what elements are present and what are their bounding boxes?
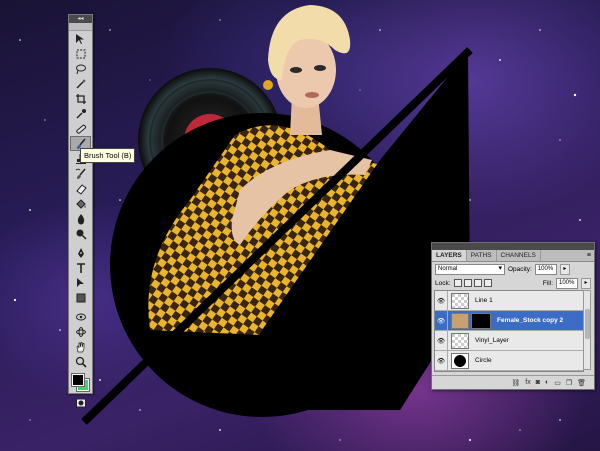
blend-row: Normal Opacity: 100% ▸ [432,262,594,276]
hand-tool[interactable] [70,339,91,354]
mask-icon[interactable]: ◙ [536,379,540,386]
quick-mask-button[interactable] [70,395,91,410]
layer-name: Female_Stock copy 2 [497,317,564,324]
new-layer-icon[interactable]: ❐ [566,379,572,387]
marquee-icon [76,49,85,58]
lock-label: Lock: [435,279,451,287]
panel-grip[interactable] [69,23,92,31]
lasso-icon [75,64,86,74]
adjustment-icon[interactable]: ◐ [545,379,549,386]
tab-paths[interactable]: PATHS [467,250,497,261]
opacity-label: Opacity: [508,265,532,273]
fill-arrow-icon[interactable]: ▸ [581,277,591,289]
tools-panel: ◂◂ [68,14,93,407]
magnifier-icon [75,356,87,368]
history-brush-tool[interactable] [70,166,91,181]
layers-scrollbar[interactable] [583,290,591,370]
link-icon[interactable]: ⛓ [511,379,520,387]
blur-tool[interactable] [70,211,91,226]
crop-icon [75,93,86,104]
shape-tool[interactable] [70,290,91,305]
lock-position-icon[interactable] [473,279,482,287]
panel-menu-icon[interactable]: ≡ [584,250,594,261]
3d-orbit-tool[interactable] [70,324,91,339]
layer-thumbnail [451,332,469,349]
eye-icon[interactable]: 👁 [435,291,448,310]
water-drop-icon [77,213,84,224]
layer-thumbnail [451,312,469,329]
dodge-icon [76,229,87,240]
3d-rotate-tool[interactable] [70,309,91,324]
lock-pixels-icon[interactable] [463,279,472,287]
type-tool[interactable] [70,260,91,275]
history-brush-icon [75,168,86,179]
pen-icon [77,247,84,258]
blend-mode-select[interactable]: Normal [435,263,505,275]
lock-row: Lock: Fill: 100% ▸ [432,276,594,290]
tab-channels[interactable]: CHANNELS [497,250,541,261]
group-icon[interactable]: ▭ [554,379,561,387]
collapse-arrows-icon[interactable]: ◂◂ [77,16,83,22]
scrollbar-thumb[interactable] [585,309,590,339]
layer-name: Circle [475,357,492,364]
layers-bottom-bar: ⛓ fx ◙ ◐ ▭ ❐ 🗑 [432,375,594,389]
eye-icon[interactable]: 👁 [435,351,448,370]
eraser-tool[interactable] [70,181,91,196]
lock-icons [453,279,492,287]
layers-panel: LAYERS PATHS CHANNELS ≡ Normal Opacity: … [431,242,595,390]
healing-tool[interactable] [70,121,91,136]
magic-wand-icon [76,78,86,88]
layer-row[interactable]: 👁 Line 1 [435,291,583,311]
eraser-icon [75,183,87,195]
zoom-tool[interactable] [70,354,91,369]
path-select-tool[interactable] [70,275,91,290]
fx-icon[interactable]: fx [525,379,530,386]
layers-panel-header[interactable] [432,243,594,250]
layers-list: 👁 Line 1 👁 Female_Stock copy 2 👁 Vinyl_L… [434,290,584,372]
fill-field[interactable]: 100% [556,277,578,289]
opacity-field[interactable]: 100% [534,263,557,275]
rectangle-icon [76,293,85,302]
layers-panel-tabs: LAYERS PATHS CHANNELS ≡ [432,250,594,262]
quick-mask-icon [75,398,86,407]
eye-icon[interactable]: 👁 [435,311,448,330]
paint-bucket-icon [75,198,86,209]
gradient-tool[interactable] [70,196,91,211]
3d-rotate-icon [75,313,86,320]
eyedropper-icon [76,108,86,118]
opacity-arrow-icon[interactable]: ▸ [559,263,570,275]
lasso-tool[interactable] [70,61,91,76]
layer-row-selected[interactable]: 👁 Female_Stock copy 2 [435,311,583,331]
layer-row[interactable]: 👁 Circle [435,351,583,371]
layer-thumbnail [451,352,469,369]
pen-tool[interactable] [70,245,91,260]
foreground-color-swatch[interactable] [71,373,85,387]
3d-orbit-icon [75,326,86,337]
layer-name: Line 1 [475,297,493,304]
dodge-tool[interactable] [70,226,91,241]
layer-thumbnail [451,292,469,309]
arrow-select-icon [76,277,84,287]
layer-row[interactable]: 👁 Vinyl_Layer [435,331,583,351]
crop-tool[interactable] [70,91,91,106]
color-swatches [69,371,92,395]
trash-icon[interactable]: 🗑 [577,379,586,387]
eye-icon[interactable]: 👁 [435,331,448,350]
tools-panel-header[interactable]: ◂◂ [69,15,92,23]
layer-name: Vinyl_Layer [475,337,509,344]
move-icon [75,33,84,44]
quick-select-tool[interactable] [70,76,91,91]
fill-label: Fill: [542,279,553,287]
brush-tool-tooltip: Brush Tool (B) [80,148,136,163]
bandage-icon [75,124,86,134]
marquee-tool[interactable] [70,46,91,61]
lock-transparency-icon[interactable] [453,279,462,287]
layer-mask-thumbnail [471,312,491,329]
type-icon [76,262,85,273]
move-tool[interactable] [70,31,91,46]
lock-all-icon[interactable] [483,279,492,287]
hand-icon [76,341,84,352]
tab-layers[interactable]: LAYERS [432,250,467,261]
eyedropper-tool[interactable] [70,106,91,121]
